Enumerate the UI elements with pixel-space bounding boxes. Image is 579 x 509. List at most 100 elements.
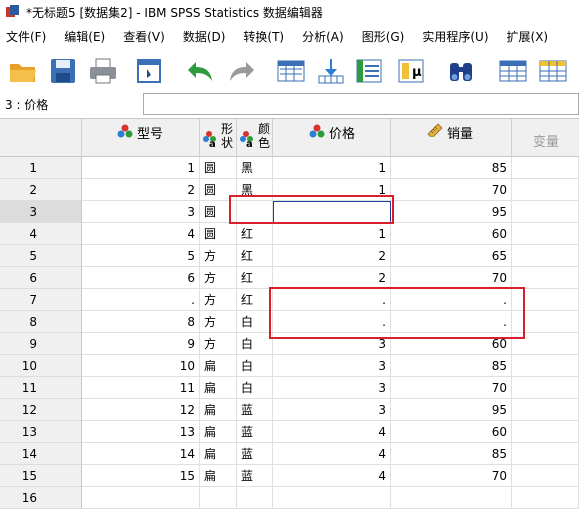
cell-empty[interactable] — [512, 179, 579, 201]
menu-graphs[interactable]: 图形(G) — [356, 28, 411, 45]
cell-color[interactable]: 红 — [237, 223, 273, 245]
cell-model[interactable]: 12 — [82, 399, 200, 421]
cell-sales[interactable]: 85 — [391, 443, 512, 465]
cell-value-input[interactable] — [143, 93, 579, 115]
menu-data[interactable]: 数据(D) — [177, 28, 232, 45]
insert-cases-icon[interactable] — [496, 54, 530, 88]
menu-edit[interactable]: 编辑(E) — [58, 28, 111, 45]
cell-price[interactable]: 3 — [273, 355, 391, 377]
cell-shape[interactable]: 圆 — [200, 157, 237, 179]
column-header-price[interactable]: 价格 — [273, 119, 391, 157]
statistics-icon[interactable]: μ — [394, 54, 428, 88]
cell-model[interactable]: 1 — [82, 157, 200, 179]
cell-empty[interactable] — [512, 355, 579, 377]
cell-shape[interactable]: 方 — [200, 289, 237, 311]
cell-model[interactable]: 11 — [82, 377, 200, 399]
cell-shape[interactable]: 扁 — [200, 355, 237, 377]
cell-price[interactable]: . — [273, 311, 391, 333]
menu-utilities[interactable]: 实用程序(U) — [416, 28, 494, 45]
cell-model[interactable]: 2 — [82, 179, 200, 201]
row-header[interactable]: 3 — [0, 201, 82, 223]
row-header[interactable]: 5 — [0, 245, 82, 267]
row-header[interactable]: 14 — [0, 443, 82, 465]
cell-color[interactable]: 蓝 — [237, 399, 273, 421]
cell-sales[interactable]: 95 — [391, 201, 512, 223]
menu-extensions[interactable]: 扩展(X) — [501, 28, 555, 45]
cell-color[interactable]: 红 — [237, 289, 273, 311]
cell-empty[interactable] — [512, 157, 579, 179]
cell-shape[interactable]: 扁 — [200, 465, 237, 487]
cell-model[interactable]: 9 — [82, 333, 200, 355]
cell-price[interactable]: 1 — [273, 223, 391, 245]
variables-icon[interactable] — [352, 54, 386, 88]
cell-price[interactable]: 4 — [273, 465, 391, 487]
cell-color[interactable]: 蓝 — [237, 465, 273, 487]
cell-sales[interactable]: 60 — [391, 333, 512, 355]
cell-empty[interactable] — [512, 267, 579, 289]
cell-color[interactable]: 黑 — [237, 157, 273, 179]
cell-empty[interactable] — [512, 399, 579, 421]
row-header[interactable]: 8 — [0, 311, 82, 333]
row-header[interactable]: 13 — [0, 421, 82, 443]
cell-price[interactable]: 2 — [273, 267, 391, 289]
undo-icon[interactable] — [184, 54, 218, 88]
cell-sales[interactable]: 95 — [391, 399, 512, 421]
cell-color[interactable] — [237, 201, 273, 223]
cell-price[interactable]: 3 — [273, 377, 391, 399]
row-header[interactable]: 16 — [0, 487, 82, 509]
cell-empty[interactable] — [512, 443, 579, 465]
cell-empty[interactable] — [512, 465, 579, 487]
column-header-var[interactable]: 变量 — [512, 119, 579, 157]
cell-model[interactable]: 10 — [82, 355, 200, 377]
cell-model[interactable]: 4 — [82, 223, 200, 245]
menu-file[interactable]: 文件(F) — [0, 28, 52, 45]
cell-shape[interactable]: 方 — [200, 311, 237, 333]
row-header[interactable]: 11 — [0, 377, 82, 399]
row-header[interactable]: 4 — [0, 223, 82, 245]
cell-sales[interactable]: 70 — [391, 377, 512, 399]
cell-color[interactable]: 白 — [237, 311, 273, 333]
cell-sales[interactable]: . — [391, 311, 512, 333]
cell-sales[interactable]: 70 — [391, 267, 512, 289]
row-header[interactable]: 9 — [0, 333, 82, 355]
cell-shape[interactable]: 方 — [200, 245, 237, 267]
cell-color[interactable]: 白 — [237, 355, 273, 377]
row-header[interactable]: 10 — [0, 355, 82, 377]
cell-shape[interactable]: 扁 — [200, 399, 237, 421]
cell-empty[interactable] — [512, 245, 579, 267]
menu-transform[interactable]: 转换(T) — [237, 28, 290, 45]
cell-shape[interactable]: 扁 — [200, 377, 237, 399]
row-header[interactable]: 1 — [0, 157, 82, 179]
cell-sales[interactable]: 70 — [391, 179, 512, 201]
cell-price[interactable]: 4 — [273, 421, 391, 443]
column-header-color[interactable]: a 颜 色 — [237, 119, 273, 157]
cell-color[interactable]: 蓝 — [237, 421, 273, 443]
cell-empty[interactable] — [512, 289, 579, 311]
cell-price[interactable]: 2 — [273, 245, 391, 267]
cell-price[interactable]: 3 — [273, 333, 391, 355]
cell-empty[interactable] — [512, 333, 579, 355]
column-header-model[interactable]: 型号 — [82, 119, 200, 157]
cell-color[interactable]: 红 — [237, 245, 273, 267]
cell-color[interactable]: 白 — [237, 333, 273, 355]
cell-sales[interactable]: 60 — [391, 223, 512, 245]
cell-sales[interactable]: 70 — [391, 465, 512, 487]
cell-price[interactable]: 1 — [273, 179, 391, 201]
row-header[interactable]: 7 — [0, 289, 82, 311]
cell-model[interactable]: 8 — [82, 311, 200, 333]
cell-sales[interactable]: 60 — [391, 421, 512, 443]
cell-empty[interactable] — [512, 201, 579, 223]
cell-color[interactable] — [237, 487, 273, 509]
cell-sales[interactable]: 85 — [391, 157, 512, 179]
cell-shape[interactable]: 扁 — [200, 421, 237, 443]
column-header-sales[interactable]: 销量 — [391, 119, 512, 157]
row-header[interactable]: 2 — [0, 179, 82, 201]
cell-shape[interactable]: 扁 — [200, 443, 237, 465]
cell-shape[interactable]: 圆 — [200, 201, 237, 223]
cell-color[interactable]: 蓝 — [237, 443, 273, 465]
cell-sales[interactable] — [391, 487, 512, 509]
cell-shape[interactable]: 圆 — [200, 179, 237, 201]
cell-empty[interactable] — [512, 311, 579, 333]
cell-sales[interactable]: 65 — [391, 245, 512, 267]
menu-view[interactable]: 查看(V) — [117, 28, 171, 45]
